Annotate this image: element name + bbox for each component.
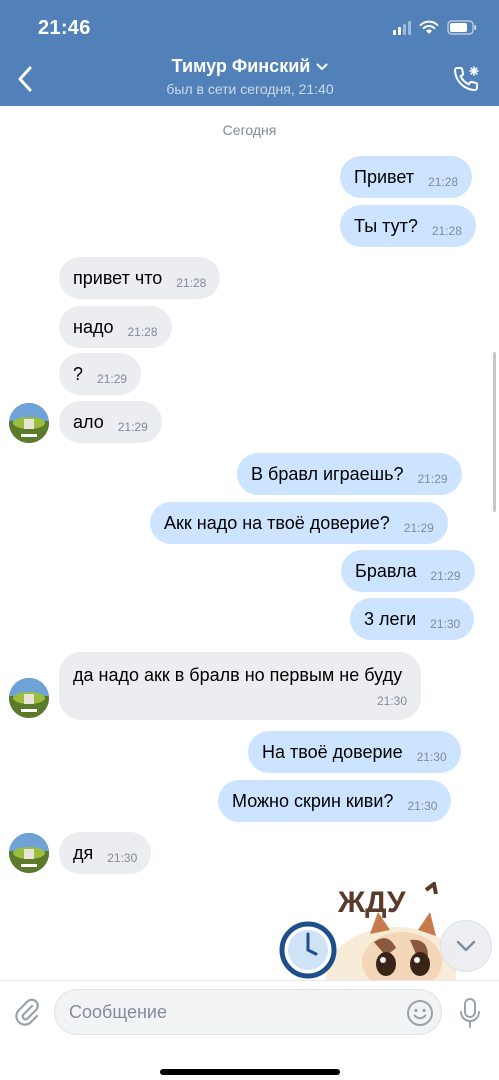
message-text: 3 леги xyxy=(364,608,417,629)
message-time: 21:28 xyxy=(176,276,207,290)
message-text: В бравл играешь? xyxy=(251,463,404,484)
message-incoming[interactable]: да надо акк в бралв но первым не буду 21… xyxy=(59,652,421,720)
avatar[interactable] xyxy=(9,678,49,718)
paperclip-icon xyxy=(15,998,39,1026)
avatar-image xyxy=(9,403,49,443)
status-time: 21:46 xyxy=(38,17,91,39)
message-text: Ты тут? xyxy=(354,215,418,236)
status-icons xyxy=(393,20,477,35)
message-time: 21:30 xyxy=(376,694,407,708)
smile-icon xyxy=(407,1000,433,1026)
message-text: надо xyxy=(73,316,114,337)
message-outgoing[interactable]: Акк надо на твоё доверие? 21:29 xyxy=(150,502,448,544)
message-time: 21:29 xyxy=(403,521,434,535)
message-time: 21:30 xyxy=(416,750,447,764)
message-outgoing[interactable]: Ты тут? 21:28 xyxy=(340,205,476,247)
message-text: дя xyxy=(73,842,94,863)
message-input[interactable] xyxy=(54,989,442,1035)
sticker-image: ЖДУ xyxy=(279,880,466,1027)
phone-call-icon xyxy=(454,66,479,91)
message-time: 21:29 xyxy=(97,372,128,386)
date-separator: Сегодня xyxy=(222,122,277,138)
message-time: 21:30 xyxy=(430,617,461,631)
sticker-message[interactable]: ЖДУ xyxy=(278,880,466,1027)
message-text: ало xyxy=(73,411,104,432)
message-time: 21:28 xyxy=(431,224,462,238)
message-time: 21:28 xyxy=(127,325,158,339)
message-outgoing[interactable]: В бравл играешь? 21:29 xyxy=(237,453,462,495)
avatar-image xyxy=(9,678,49,718)
voice-message-button[interactable] xyxy=(456,995,484,1031)
message-text: привет что xyxy=(73,267,163,288)
chevron-down-icon xyxy=(316,63,328,70)
microphone-icon xyxy=(460,998,480,1028)
message-text: Привет xyxy=(354,166,415,187)
chat-title[interactable]: Тимур Финский xyxy=(172,56,329,77)
message-incoming[interactable]: дя 21:30 xyxy=(59,832,152,874)
message-text: Бравла xyxy=(355,560,417,581)
message-text: Можно скрин киви? xyxy=(232,790,394,811)
back-button[interactable] xyxy=(10,62,40,96)
message-outgoing[interactable]: 3 леги 21:30 xyxy=(350,598,475,640)
message-outgoing[interactable]: Можно скрин киви? 21:30 xyxy=(218,780,452,822)
avatar-image xyxy=(9,833,49,873)
message-incoming[interactable]: ? 21:29 xyxy=(59,353,142,395)
message-outgoing[interactable]: Привет 21:28 xyxy=(340,156,473,198)
chevron-left-icon xyxy=(18,66,32,92)
message-outgoing[interactable]: На твоё доверие 21:30 xyxy=(248,731,461,773)
scroll-to-bottom-button[interactable] xyxy=(440,920,492,972)
avatar[interactable] xyxy=(9,833,49,873)
message-list[interactable]: Сегодня Привет 21:28 Ты тут? 21:28 приве… xyxy=(0,106,499,1027)
sticker-text: ЖДУ xyxy=(337,886,406,919)
message-outgoing[interactable]: Бравла 21:29 xyxy=(341,550,475,592)
message-time: 21:28 xyxy=(428,175,459,189)
message-text: Акк надо на твоё доверие? xyxy=(164,512,390,533)
emoji-button[interactable] xyxy=(404,997,436,1029)
message-text: да надо акк в бралв но первым не буду xyxy=(73,665,403,685)
chevron-down-icon xyxy=(456,940,476,952)
call-button[interactable] xyxy=(449,62,483,96)
last-seen-status: был в сети сегодня, 21:40 xyxy=(166,81,334,97)
wifi-icon xyxy=(419,20,439,35)
message-time: 21:29 xyxy=(430,569,461,583)
message-time: 21:30 xyxy=(407,799,438,813)
message-text: ? xyxy=(73,363,84,384)
cellular-signal-icon xyxy=(393,20,411,35)
message-incoming[interactable]: надо 21:28 xyxy=(59,306,172,348)
message-time: 21:29 xyxy=(117,420,148,434)
chat-header: 21:46 Тимур Финский был в сети сегодня, … xyxy=(0,0,499,106)
message-incoming[interactable]: ало 21:29 xyxy=(59,401,162,443)
contact-name: Тимур Финский xyxy=(171,56,311,76)
home-indicator[interactable] xyxy=(160,1069,340,1075)
message-time: 21:29 xyxy=(417,472,448,486)
avatar[interactable] xyxy=(9,403,49,443)
message-incoming[interactable]: привет что 21:28 xyxy=(59,257,221,299)
attach-button[interactable] xyxy=(12,995,42,1029)
message-time: 21:30 xyxy=(107,851,138,865)
message-text: На твоё доверие xyxy=(262,741,403,762)
chat-title-block[interactable]: Тимур Финский был в сети сегодня, 21:40 xyxy=(120,56,380,97)
message-composer xyxy=(0,980,499,1080)
scrollbar[interactable] xyxy=(493,352,496,512)
battery-icon xyxy=(447,20,477,35)
